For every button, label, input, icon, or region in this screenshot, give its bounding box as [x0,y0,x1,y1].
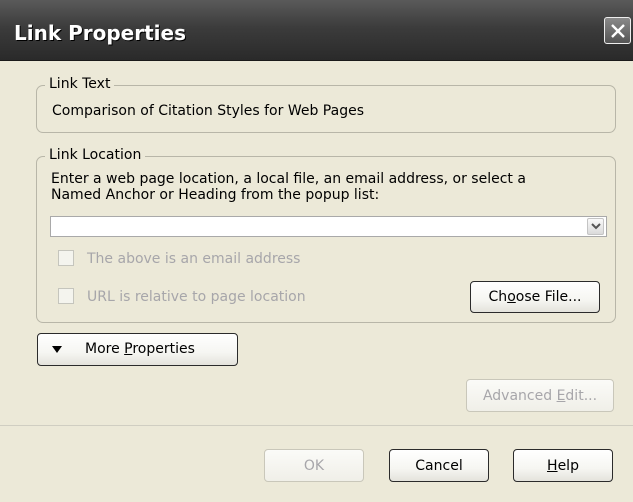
relative-url-checkbox[interactable] [58,288,74,304]
link-text-group-label: Link Text [45,75,115,93]
footer-separator [0,425,633,426]
cancel-button[interactable]: Cancel [389,449,489,482]
title-bar: Link Properties [0,0,633,61]
more-properties-label: More Properties [85,340,195,358]
close-icon [611,24,625,38]
ok-button-label: OK [303,458,325,474]
choose-file-label-accel: o [507,289,516,305]
choose-file-label-post: ose File... [515,289,582,305]
close-button[interactable] [604,17,631,44]
help-label-post: elp [557,458,579,474]
url-dropdown-button[interactable] [587,218,604,235]
chevron-down-icon [591,223,601,230]
help-button[interactable]: Help [513,449,613,482]
ok-button[interactable]: OK [264,449,364,482]
link-properties-dialog: Link Properties Link Text Comparison of … [0,0,633,502]
link-text-value: Comparison of Citation Styles for Web Pa… [52,103,364,119]
choose-file-label-pre: Ch [488,289,508,305]
help-label-accel: H [547,458,558,474]
advanced-edit-button[interactable]: Advanced Edit... [466,379,614,412]
cancel-button-label: Cancel [415,458,463,474]
email-address-checkbox[interactable] [58,250,74,266]
choose-file-button[interactable]: Choose File... [470,281,600,313]
more-properties-button[interactable]: More Properties [37,333,238,366]
more-properties-label-pre: More [85,341,125,357]
relative-url-checkbox-label: URL is relative to page location [87,289,306,305]
url-combobox[interactable] [50,216,607,237]
link-location-group-label: Link Location [45,146,146,164]
advanced-edit-label-post: dit... [565,388,598,404]
instruction-line-2: Named Anchor or Heading from the popup l… [51,187,380,203]
dialog-title: Link Properties [14,21,186,45]
triangle-down-icon [52,346,62,353]
more-properties-label-post: roperties [132,341,195,357]
email-address-checkbox-label: The above is an email address [87,251,301,267]
advanced-edit-label-pre: Advanced [482,388,557,404]
